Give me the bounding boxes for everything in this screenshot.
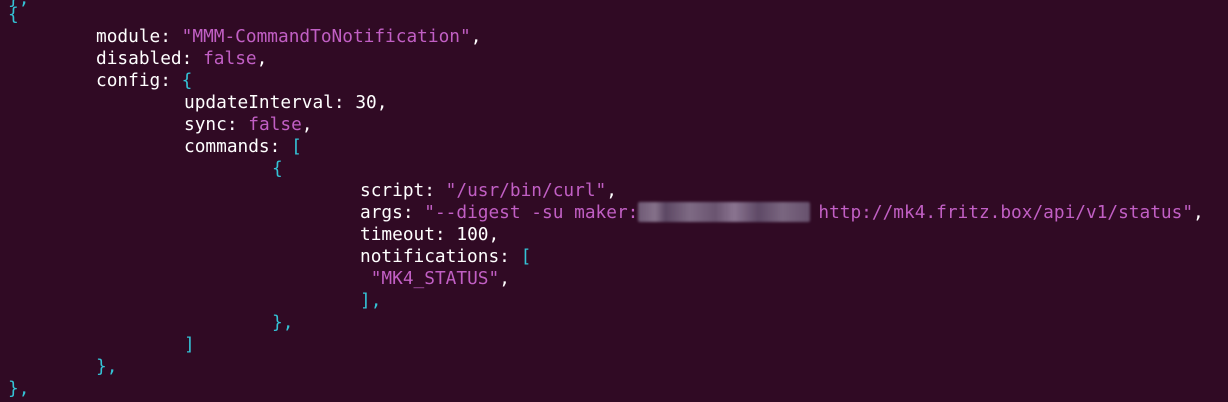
- code-line-script: script: "/usr/bin/curl",: [360, 180, 617, 201]
- sync-key: sync:: [184, 114, 238, 135]
- code-line-disabled: disabled: false,: [96, 48, 268, 69]
- code-line-notifications-close: ],: [360, 290, 381, 312]
- module-key: module:: [96, 26, 171, 47]
- code-line-notifications: notifications: [: [360, 246, 531, 268]
- code-line-sync: sync: false,: [184, 114, 313, 135]
- args-key: args:: [360, 202, 414, 223]
- timeout-key: timeout:: [360, 224, 446, 245]
- code-line-commands: commands: [: [184, 136, 302, 158]
- module-value: "MMM-CommandToNotification": [181, 26, 471, 47]
- code-line-commands-close: ]: [184, 334, 195, 356]
- update-interval-key: updateInterval:: [184, 92, 345, 113]
- script-key: script:: [360, 180, 435, 201]
- config-open-brace: {: [181, 70, 193, 91]
- notification-value: "MK4_STATUS": [370, 268, 500, 289]
- disabled-key: disabled:: [96, 48, 193, 69]
- notifications-open-bracket: [: [520, 246, 532, 267]
- disabled-value: false: [203, 48, 257, 69]
- code-line-timeout: timeout: 100,: [360, 224, 500, 245]
- args-value-prefix: "--digest -su maker:: [424, 202, 639, 223]
- module-close-brace: },: [8, 378, 30, 399]
- code-line-config-close: },: [96, 356, 117, 378]
- commands-open-bracket: [: [291, 136, 302, 157]
- terminal-window[interactable]: }, { module: "MMM-CommandToNotification"…: [0, 0, 1228, 402]
- redacted-password: [638, 202, 811, 222]
- notifications-key: notifications:: [360, 246, 510, 267]
- code-line-module: module: "MMM-CommandToNotification",: [96, 26, 482, 47]
- config-key: config:: [96, 70, 171, 91]
- update-interval-value: 30: [355, 92, 377, 113]
- sync-value: false: [248, 114, 302, 135]
- script-value: "/usr/bin/curl": [445, 180, 607, 201]
- timeout-value: 100: [456, 224, 489, 245]
- commands-close-bracket: ]: [184, 334, 195, 355]
- code-line-update-interval: updateInterval: 30,: [184, 92, 388, 113]
- code-line-notification-item: "MK4_STATUS",: [370, 268, 510, 289]
- notifications-close-bracket: ],: [360, 290, 382, 311]
- args-value-suffix: http://mk4.fritz.box/api/v1/status": [818, 202, 1194, 223]
- code-line-args: args: "--digest -su maker: http://mk4.fri…: [360, 202, 1204, 223]
- code-line-config: config: {: [96, 70, 192, 92]
- code-line-command-close: },: [272, 312, 293, 334]
- code-line-open-brace: {: [8, 4, 19, 26]
- command-close-brace: },: [272, 312, 294, 333]
- command-open-brace: {: [272, 158, 283, 179]
- open-brace: {: [8, 4, 19, 25]
- code-line-module-close: },: [8, 378, 29, 400]
- code-line-command-open: {: [272, 158, 283, 180]
- config-close-brace: },: [96, 356, 118, 377]
- commands-key: commands:: [184, 136, 281, 157]
